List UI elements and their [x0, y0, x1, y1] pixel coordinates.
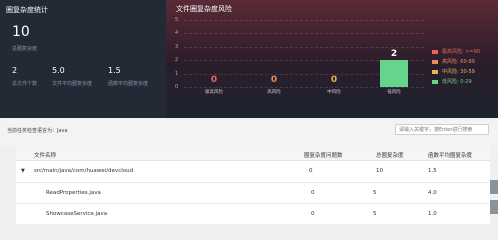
y-tick-label: 2 — [175, 57, 179, 64]
legend-item: 高风险: 60-89 — [432, 58, 475, 65]
table-row[interactable]: ▼ src/main/java/com/huawei/devcloud 0 10… — [16, 161, 490, 183]
avg-complexity: 1.5 — [428, 168, 437, 174]
y-tick-label: 4 — [175, 30, 179, 37]
table-header: 文件名称 圈复杂度问题数 总圈复杂度 函数平均圈复杂度 — [16, 146, 490, 161]
issues-count: 0 — [311, 211, 315, 217]
column-header[interactable]: 函数平均圈复杂度 — [428, 151, 472, 159]
x-tick-label: 高风险 — [267, 90, 281, 95]
bar-value-label: 0 — [330, 75, 338, 85]
bar-value-label: 0 — [270, 75, 278, 85]
column-header[interactable]: 圈复杂度问题数 — [304, 151, 343, 159]
legend-label: 低风险: 0-29 — [442, 79, 472, 85]
table-row[interactable]: ReadProperties.java 0 5 4.0 — [16, 183, 490, 204]
legend-item: 极高风险: >=90 — [432, 48, 480, 55]
y-tick-label: 0 — [175, 84, 179, 90]
side-scroll-tab[interactable] — [490, 180, 498, 194]
x-tick-label: 低风险 — [387, 90, 401, 95]
y-tick-label: 5 — [175, 17, 179, 23]
y-tick-label: 1 — [175, 70, 179, 77]
search-input[interactable]: 请输入关键字，按Enter进行搜索 — [395, 124, 489, 135]
file-name: src/main/java/com/huawei/devcloud — [34, 168, 134, 174]
avg-complexity: 4.0 — [428, 190, 437, 196]
stat-label: 文件平均圈复杂度 — [52, 81, 93, 87]
file-name[interactable]: ReadProperties.java — [46, 190, 101, 196]
risk-bar[interactable] — [380, 60, 408, 87]
gridline — [184, 33, 424, 35]
total-complexity: 5 — [373, 211, 377, 217]
total-complexity: 5 — [373, 190, 377, 196]
legend-item: 低风险: 0-29 — [432, 78, 472, 85]
legend-item: 中风险: 30-59 — [432, 68, 475, 75]
total-complexity-value: 10 — [12, 24, 30, 40]
summary-title: 圈复杂度统计 — [6, 6, 48, 14]
gridline — [184, 20, 424, 21]
file-complexity-table: 文件名称 圈复杂度问题数 总圈复杂度 函数平均圈复杂度 ▼ src/main/j… — [16, 146, 490, 225]
avg-complexity: 1.0 — [428, 211, 437, 217]
side-scroll-tab[interactable] — [490, 200, 498, 214]
total-complexity: 10 — [376, 168, 383, 174]
x-tick-label: 极高风险 — [205, 90, 223, 95]
issues-count: 0 — [309, 168, 313, 174]
total-complexity-label: 总圈复杂度 — [12, 46, 38, 52]
risk-bar-chart: 0 1 2 3 4 5 0 0 0 2 — [175, 17, 424, 90]
issues-count: 0 — [311, 190, 315, 196]
caret-down-icon[interactable]: ▼ — [21, 168, 25, 174]
stat-label: 函数平均圈复杂度 — [108, 81, 149, 87]
stat-value: 5.0 — [52, 66, 65, 75]
table-row[interactable]: ShowcaseService.java 0 5 1.0 — [16, 204, 490, 225]
legend-swatch — [432, 79, 438, 84]
file-name[interactable]: ShowcaseService.java — [46, 211, 107, 217]
x-tick-label: 中风险 — [327, 90, 341, 95]
legend-label: 高风险: 60-89 — [442, 59, 475, 65]
legend-swatch — [432, 69, 438, 74]
stat-value: 1.5 — [108, 66, 121, 75]
gridline — [184, 46, 424, 48]
y-tick-label: 3 — [175, 43, 179, 50]
legend-label: 极高风险: >=90 — [442, 49, 481, 55]
legend-label: 中风险: 30-59 — [442, 69, 475, 75]
bar-value-label: 2 — [390, 49, 398, 60]
risk-chart-title: 文件圈复杂度风险 — [176, 5, 232, 13]
stat-value: 2 — [12, 66, 18, 75]
stat-label: 总文件个数 — [12, 81, 38, 87]
bar-value-label: 0 — [210, 75, 218, 85]
summary-panel: 圈复杂度统计 10 总圈复杂度 2 总文件个数 5.0 文件平均圈复杂度 1.5… — [0, 0, 166, 118]
legend-swatch — [432, 49, 438, 54]
legend-swatch — [432, 59, 438, 64]
column-header[interactable]: 文件名称 — [34, 151, 56, 159]
current-task-label: 当前任务检查语言为：Java — [7, 128, 68, 134]
column-header[interactable]: 总圈复杂度 — [376, 151, 404, 159]
gridline — [184, 87, 424, 88]
